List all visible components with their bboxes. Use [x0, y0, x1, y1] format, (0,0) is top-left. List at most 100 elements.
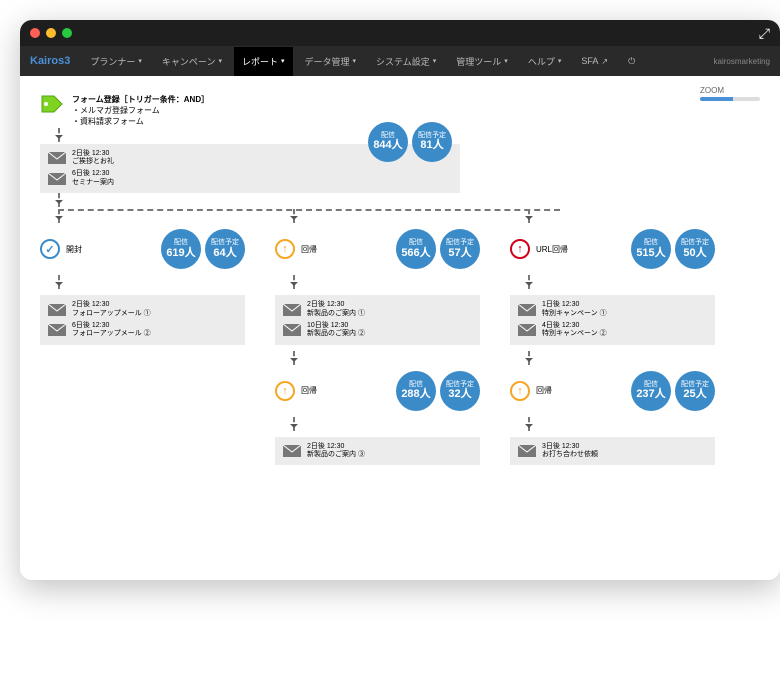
mail-row[interactable]: 2日後 12:30フォローアップメール ① — [48, 301, 237, 318]
mail-row[interactable]: 6日後 12:30フォローアップメール ② — [48, 322, 237, 339]
chevron-down-icon: ▾ — [353, 57, 357, 65]
branch-head[interactable]: ↑回帰 配信288人 配信予定32人 — [275, 371, 480, 411]
tag-icon — [40, 94, 64, 114]
branch-column: ↑URL回帰 配信515人 配信予定50人 1日後 12:30特別キャンペーン … — [510, 217, 715, 465]
branch-head[interactable]: ↑URL回帰 配信515人 配信予定50人 — [510, 229, 715, 269]
envelope-icon — [48, 324, 66, 336]
scheduled-metric[interactable]: 配信予定50人 — [675, 229, 715, 269]
step-block[interactable]: 3日後 12:30お打ち合わせ依頼 — [510, 437, 715, 466]
branch-column: ✓開封 配信619人 配信予定64人 2日後 12:30フォローアップメール ①… — [40, 217, 245, 465]
user-label: kairosmarketing — [714, 57, 770, 66]
branch-head[interactable]: ✓開封 配信619人 配信予定64人 — [40, 229, 245, 269]
close-dot[interactable] — [30, 28, 40, 38]
mail-row[interactable]: 1日後 12:30特別キャンペーン ① — [518, 301, 707, 318]
scenario-canvas[interactable]: ZOOM フォーム登録［トリガー条件：AND］ ・メルマガ登録フォーム ・資料請… — [20, 76, 780, 580]
connector-arrow — [58, 193, 60, 207]
titlebar: ⤢ — [20, 20, 780, 46]
nav-キャンペーン[interactable]: キャンペーン▾ — [154, 47, 230, 76]
external-icon: ↗ — [601, 57, 608, 66]
check-icon: ✓ — [40, 239, 60, 259]
step-block[interactable]: 2日後 12:30フォローアップメール ① 6日後 12:30フォローアップメール… — [40, 295, 245, 345]
sent-metric[interactable]: 配信566人 — [396, 229, 436, 269]
branch-head[interactable]: ↑回帰 配信566人 配信予定57人 — [275, 229, 480, 269]
envelope-icon — [518, 304, 536, 316]
scheduled-metric[interactable]: 配信予定81人 — [412, 122, 452, 162]
nav-システム設定[interactable]: システム設定▾ — [368, 47, 444, 76]
chevron-down-icon: ▾ — [433, 57, 437, 65]
metrics: 配信515人 配信予定50人 — [631, 229, 715, 269]
chevron-down-icon: ▾ — [138, 57, 142, 65]
sent-metric[interactable]: 配信619人 — [161, 229, 201, 269]
expand-icon[interactable]: ⤢ — [759, 25, 770, 42]
scheduled-metric[interactable]: 配信予定64人 — [205, 229, 245, 269]
mail-row[interactable]: 2日後 12:30新製品のご案内 ③ — [283, 443, 472, 460]
connector-arrow — [528, 275, 530, 289]
envelope-icon — [518, 324, 536, 336]
chevron-down-icon: ▾ — [558, 57, 562, 65]
step-block[interactable]: 配信844人 配信予定81人 2日後 12:30ご挨拶とお礼6日後 12:30セ… — [40, 144, 460, 194]
window-controls — [30, 28, 72, 38]
connector-arrow — [528, 351, 530, 365]
nav-管理ツール[interactable]: 管理ツール▾ — [448, 47, 516, 76]
step-block[interactable]: 1日後 12:30特別キャンペーン ① 4日後 12:30特別キャンペーン ② — [510, 295, 715, 345]
scheduled-metric[interactable]: 配信予定32人 — [440, 371, 480, 411]
up-icon: ↑ — [510, 239, 530, 259]
metrics: 配信566人 配信予定57人 — [396, 229, 480, 269]
envelope-icon — [48, 173, 66, 185]
zoom-slider[interactable] — [700, 97, 760, 101]
envelope-icon — [283, 324, 301, 336]
nav-SFA[interactable]: SFA↗ — [573, 48, 616, 74]
envelope-icon — [283, 445, 301, 457]
chevron-down-icon: ▾ — [218, 57, 222, 65]
chevron-down-icon: ▾ — [281, 57, 285, 65]
nav-レポート[interactable]: レポート▾ — [234, 47, 293, 76]
connector-arrow — [293, 417, 295, 431]
mail-row[interactable]: 4日後 12:30特別キャンペーン ② — [518, 322, 707, 339]
metrics: 配信844人 配信予定81人 — [368, 122, 452, 162]
connector-arrow — [58, 209, 60, 223]
metrics: 配信237人 配信予定25人 — [631, 371, 715, 411]
power-button[interactable]: ⏻ — [620, 48, 643, 75]
envelope-icon — [48, 304, 66, 316]
branch-column: ↑回帰 配信566人 配信予定57人 2日後 12:30新製品のご案内 ① 10日… — [275, 217, 480, 465]
sent-metric[interactable]: 配信844人 — [368, 122, 408, 162]
scheduled-metric[interactable]: 配信予定25人 — [675, 371, 715, 411]
zoom-label: ZOOM — [700, 86, 724, 95]
nav-データ管理[interactable]: データ管理▾ — [297, 47, 365, 76]
navbar: Kairos3 プランナー▾キャンペーン▾レポート▾データ管理▾システム設定▾管… — [20, 46, 780, 76]
connector-arrow — [58, 128, 60, 142]
nav-ヘルプ[interactable]: ヘルプ▾ — [520, 47, 570, 76]
connector-arrow — [293, 275, 295, 289]
trigger-text: フォーム登録［トリガー条件：AND］ ・メルマガ登録フォーム ・資料請求フォーム — [72, 94, 209, 128]
up-icon: ↑ — [275, 381, 295, 401]
envelope-icon — [48, 152, 66, 164]
mail-row[interactable]: 3日後 12:30お打ち合わせ依頼 — [518, 443, 707, 460]
zoom-dot[interactable] — [62, 28, 72, 38]
connector-arrow — [528, 417, 530, 431]
connector-arrow — [293, 209, 295, 223]
sent-metric[interactable]: 配信515人 — [631, 229, 671, 269]
step-block[interactable]: 2日後 12:30新製品のご案内 ① 10日後 12:30新製品のご案内 ② — [275, 295, 480, 345]
connector-arrow — [528, 209, 530, 223]
minimize-dot[interactable] — [46, 28, 56, 38]
mail-row[interactable]: 10日後 12:30新製品のご案内 ② — [283, 322, 472, 339]
nav-プランナー[interactable]: プランナー▾ — [82, 47, 150, 76]
step-block[interactable]: 2日後 12:30新製品のご案内 ③ — [275, 437, 480, 466]
chevron-down-icon: ▾ — [504, 57, 508, 65]
metrics: 配信619人 配信予定64人 — [161, 229, 245, 269]
logo[interactable]: Kairos3 — [30, 55, 70, 67]
branch-head[interactable]: ↑回帰 配信237人 配信予定25人 — [510, 371, 715, 411]
zoom-control[interactable]: ZOOM — [700, 86, 760, 101]
sent-metric[interactable]: 配信237人 — [631, 371, 671, 411]
mail-row[interactable]: 6日後 12:30セミナー案内 — [48, 170, 452, 187]
envelope-icon — [283, 304, 301, 316]
sent-metric[interactable]: 配信288人 — [396, 371, 436, 411]
up-icon: ↑ — [275, 239, 295, 259]
metrics: 配信288人 配信予定32人 — [396, 371, 480, 411]
up-icon: ↑ — [510, 381, 530, 401]
connector-arrow — [293, 351, 295, 365]
mail-row[interactable]: 2日後 12:30新製品のご案内 ① — [283, 301, 472, 318]
envelope-icon — [518, 445, 536, 457]
scheduled-metric[interactable]: 配信予定57人 — [440, 229, 480, 269]
connector-arrow — [58, 275, 60, 289]
